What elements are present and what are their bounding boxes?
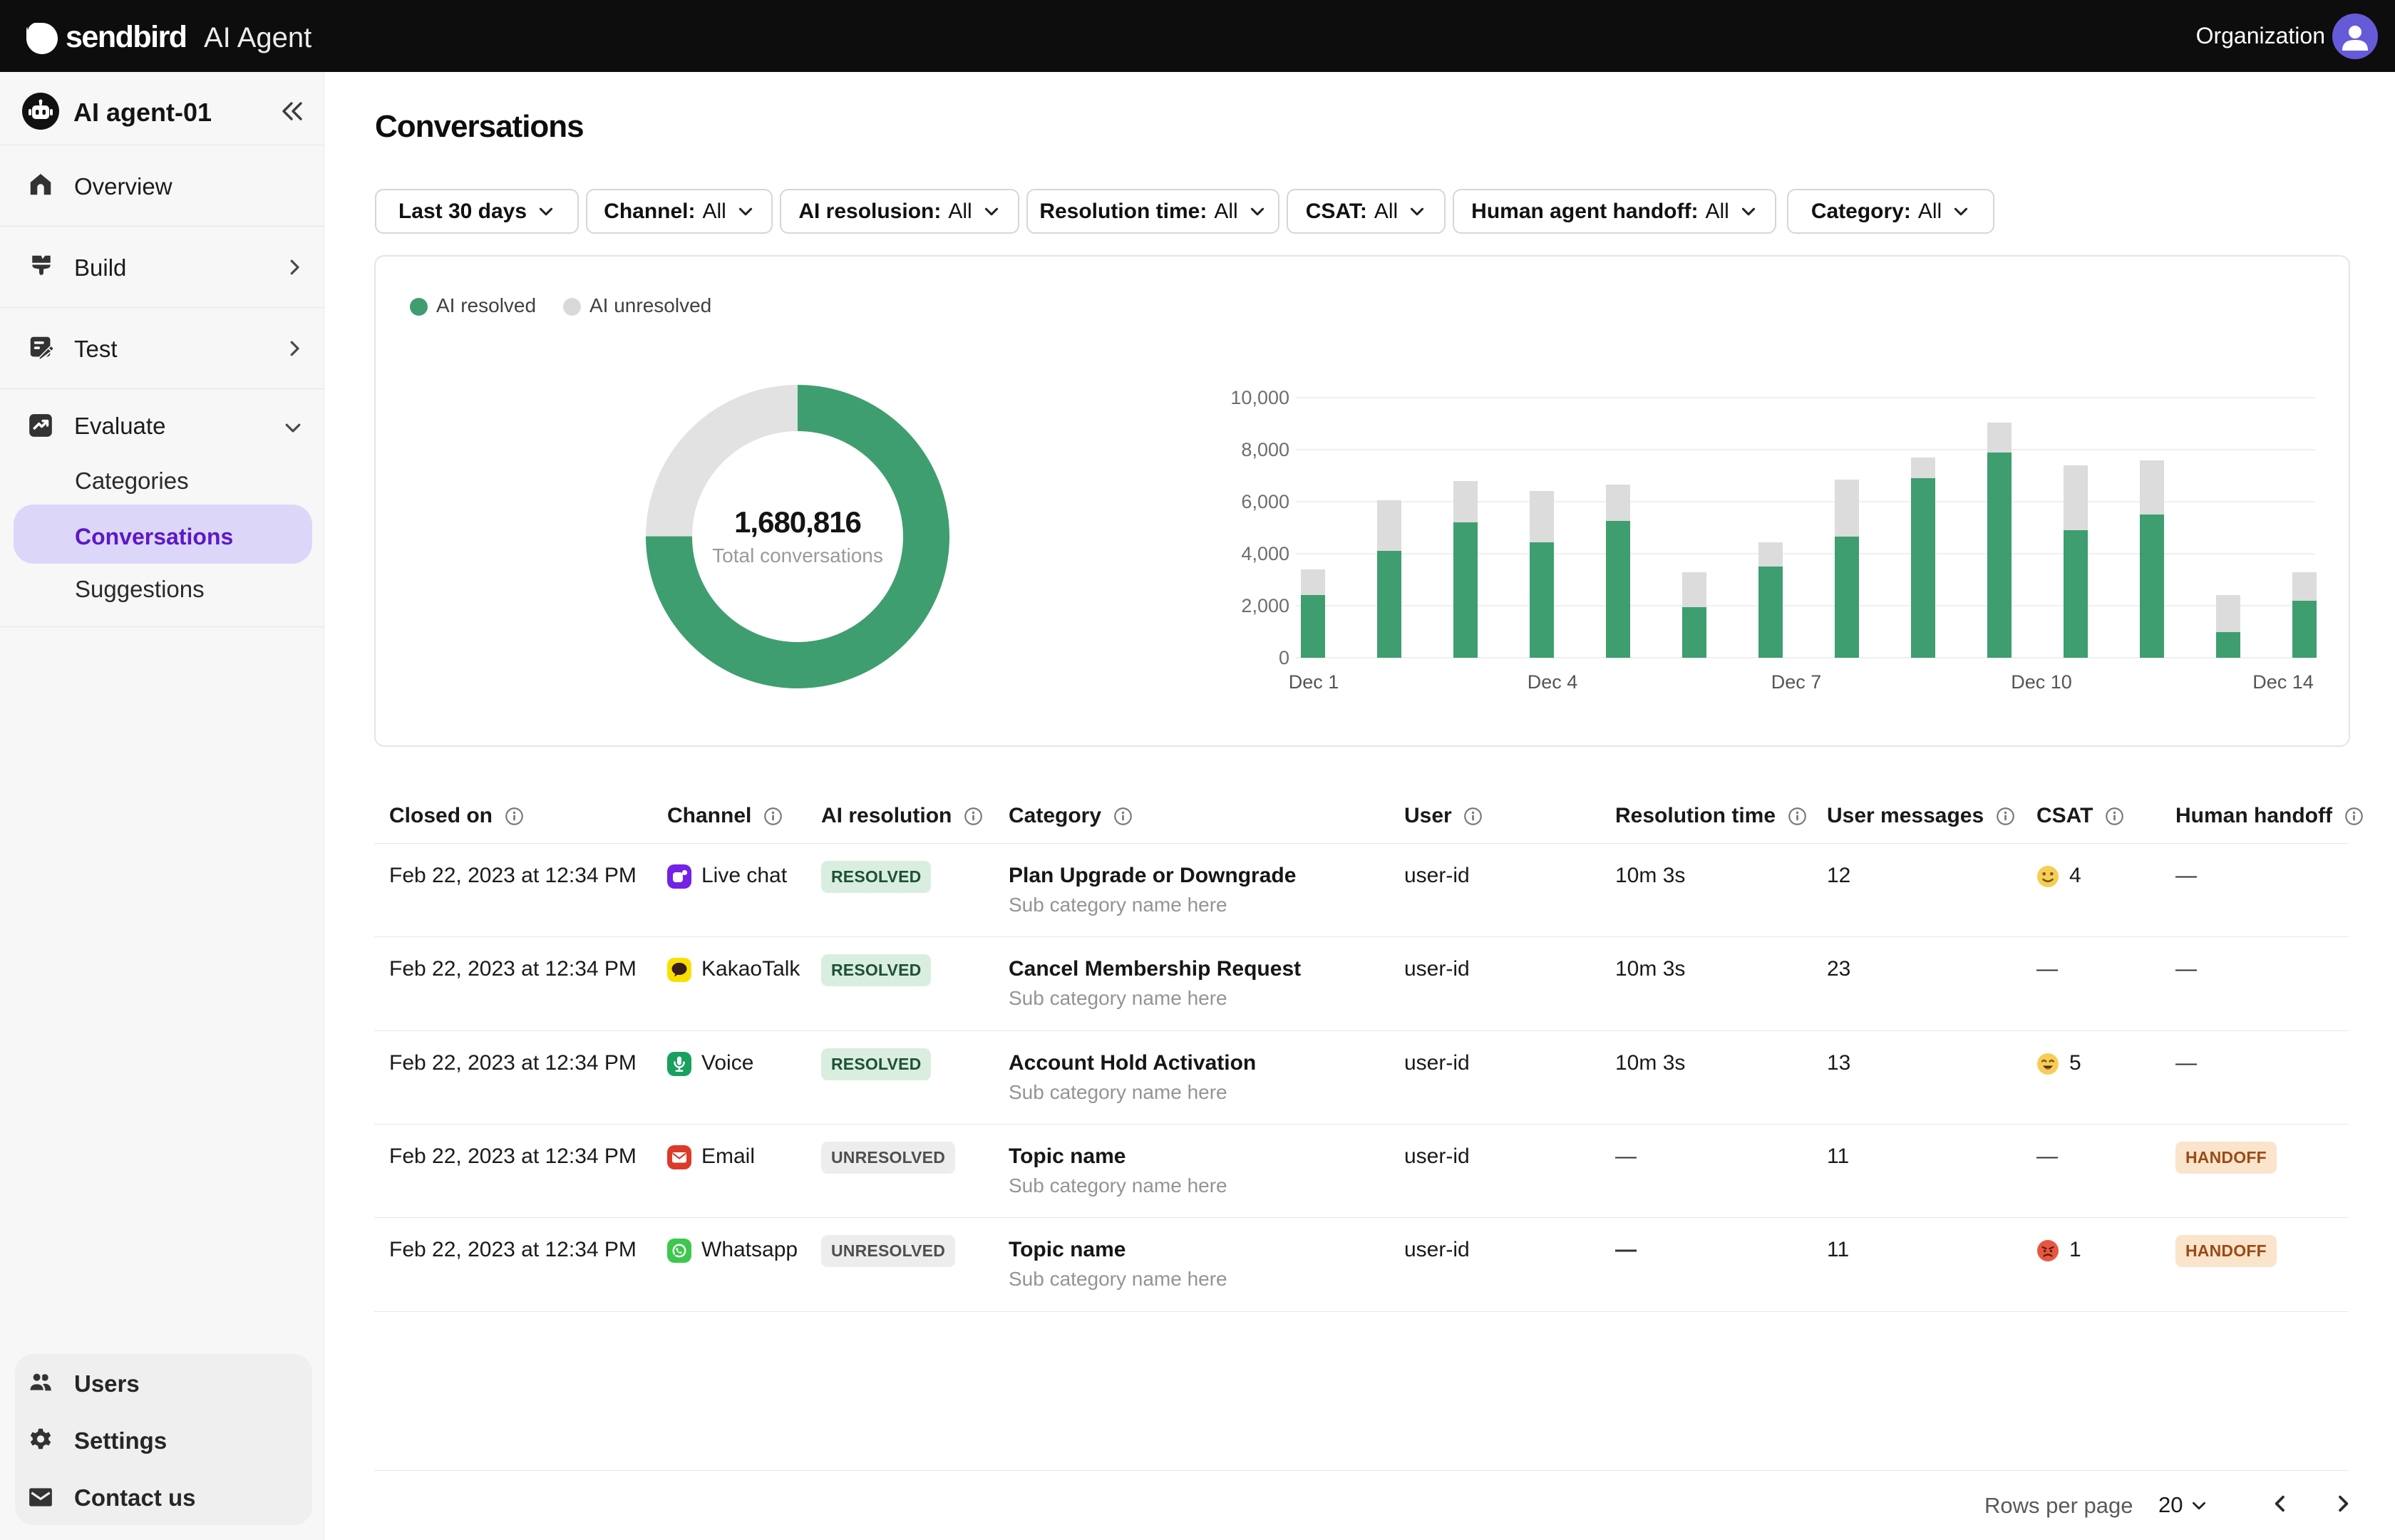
svg-text:Dec 4: Dec 4 <box>1528 671 1578 693</box>
svg-text:Dec 14: Dec 14 <box>2252 671 2314 693</box>
svg-text:Dec 10: Dec 10 <box>2011 671 2072 693</box>
svg-text:Dec 1: Dec 1 <box>1289 671 1339 693</box>
svg-text:10,000: 10,000 <box>1230 387 1289 408</box>
svg-text:0: 0 <box>1279 647 1289 668</box>
svg-text:8,000: 8,000 <box>1241 439 1289 460</box>
svg-text:Dec 7: Dec 7 <box>1771 671 1822 693</box>
svg-text:6,000: 6,000 <box>1241 491 1289 512</box>
svg-text:2,000: 2,000 <box>1241 595 1289 616</box>
svg-text:4,000: 4,000 <box>1241 543 1289 564</box>
